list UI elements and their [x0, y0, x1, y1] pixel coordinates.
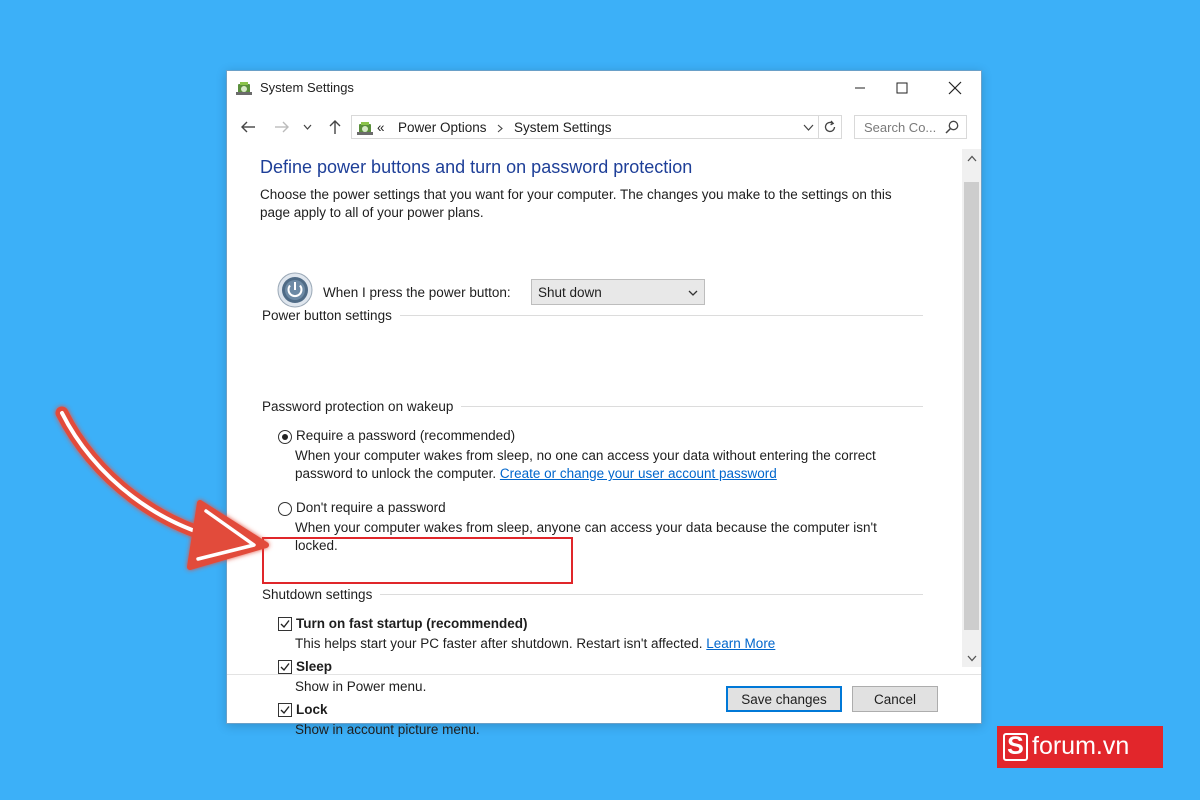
settings-content: Define power buttons and turn on passwor…	[227, 149, 962, 737]
chevron-down-icon	[967, 655, 976, 661]
require-password-radio[interactable]	[278, 430, 292, 444]
chevron-down-icon	[688, 290, 698, 296]
close-button[interactable]	[932, 71, 978, 105]
breadcrumb-system-settings[interactable]: System Settings	[514, 120, 612, 135]
no-password-radio[interactable]	[278, 502, 292, 516]
group-divider	[377, 594, 923, 595]
scroll-up-button[interactable]	[962, 149, 981, 167]
arrow-left-icon	[241, 121, 255, 133]
window-title: System Settings	[260, 80, 354, 95]
navigation-bar: « Power Options System Settings Search C…	[227, 113, 981, 141]
power-options-icon	[236, 82, 252, 95]
vertical-scrollbar[interactable]	[962, 149, 981, 667]
power-options-icon	[357, 122, 373, 135]
chevron-down-icon	[803, 124, 813, 131]
search-icon	[945, 120, 959, 134]
close-icon	[948, 81, 962, 95]
refresh-icon	[824, 120, 836, 133]
password-group-label: Password protection on wakeup	[262, 399, 462, 414]
fast-startup-description: This helps start your PC faster after sh…	[295, 636, 776, 651]
power-button-action-label: When I press the power button:	[323, 285, 511, 300]
sforum-logo-icon: S	[1003, 732, 1028, 761]
system-settings-window: System Settings « Power Options System S…	[226, 70, 982, 737]
power-button-action-select[interactable]: Shut down	[531, 279, 705, 305]
annotation-arrow-icon	[55, 406, 269, 570]
chevron-up-icon	[967, 155, 976, 161]
address-bar[interactable]: « Power Options System Settings	[351, 115, 842, 139]
breadcrumb-overflow[interactable]: «	[377, 120, 385, 135]
fast-startup-label[interactable]: Turn on fast startup (recommended)	[296, 616, 528, 631]
cancel-button[interactable]: Cancel	[852, 686, 938, 712]
address-divider	[818, 116, 819, 138]
group-divider	[457, 406, 923, 407]
lock-checkbox[interactable]	[278, 703, 292, 717]
power-button-action-value: Shut down	[538, 285, 602, 300]
minimize-button[interactable]	[837, 71, 883, 105]
search-box[interactable]: Search Co...	[854, 115, 967, 139]
search-input[interactable]: Search Co...	[864, 120, 936, 135]
page-description: Choose the power settings that you want …	[260, 187, 892, 220]
group-divider	[397, 315, 923, 316]
maximize-button[interactable]	[879, 71, 925, 105]
arrow-right-icon	[275, 121, 289, 133]
address-dropdown-button[interactable]	[799, 118, 817, 136]
forward-button[interactable]	[271, 116, 293, 138]
page-title: Define power buttons and turn on passwor…	[260, 157, 693, 177]
title-bar[interactable]: System Settings	[227, 71, 981, 105]
shutdown-group-label: Shutdown settings	[262, 587, 381, 602]
sleep-checkbox[interactable]	[278, 660, 292, 674]
chevron-right-icon	[497, 124, 503, 133]
power-button-group-label: Power button settings	[262, 308, 400, 323]
scrollbar-thumb[interactable]	[964, 182, 979, 630]
arrow-up-icon	[329, 120, 341, 134]
recent-locations-button[interactable]	[300, 116, 314, 138]
checkmark-icon	[280, 663, 290, 672]
refresh-button[interactable]	[820, 117, 840, 137]
checkmark-icon	[280, 706, 290, 715]
breadcrumb-power-options[interactable]: Power Options	[398, 120, 487, 135]
checkmark-icon	[280, 620, 290, 629]
scroll-down-button[interactable]	[962, 649, 981, 667]
power-button-icon	[277, 272, 313, 308]
save-changes-button[interactable]: Save changes	[726, 686, 842, 712]
fast-startup-highlight	[262, 537, 573, 584]
back-button[interactable]	[237, 116, 259, 138]
lock-label[interactable]: Lock	[296, 702, 328, 717]
maximize-icon	[896, 82, 908, 94]
watermark-text: forum.vn	[1032, 732, 1130, 760]
sleep-label[interactable]: Sleep	[296, 659, 332, 674]
minimize-icon	[855, 87, 865, 89]
require-password-description: When your computer wakes from sleep, no …	[295, 448, 876, 481]
chevron-down-icon	[303, 124, 311, 130]
lock-description: Show in account picture menu.	[295, 722, 480, 737]
learn-more-link[interactable]: Learn More	[706, 636, 775, 651]
require-password-label[interactable]: Require a password (recommended)	[296, 428, 515, 443]
footer-divider	[227, 674, 981, 675]
up-button[interactable]	[324, 116, 346, 138]
sforum-watermark: S forum.vn	[997, 726, 1163, 768]
change-password-link[interactable]: Create or change your user account passw…	[500, 466, 777, 481]
fast-startup-checkbox[interactable]	[278, 617, 292, 631]
no-password-label[interactable]: Don't require a password	[296, 500, 446, 515]
